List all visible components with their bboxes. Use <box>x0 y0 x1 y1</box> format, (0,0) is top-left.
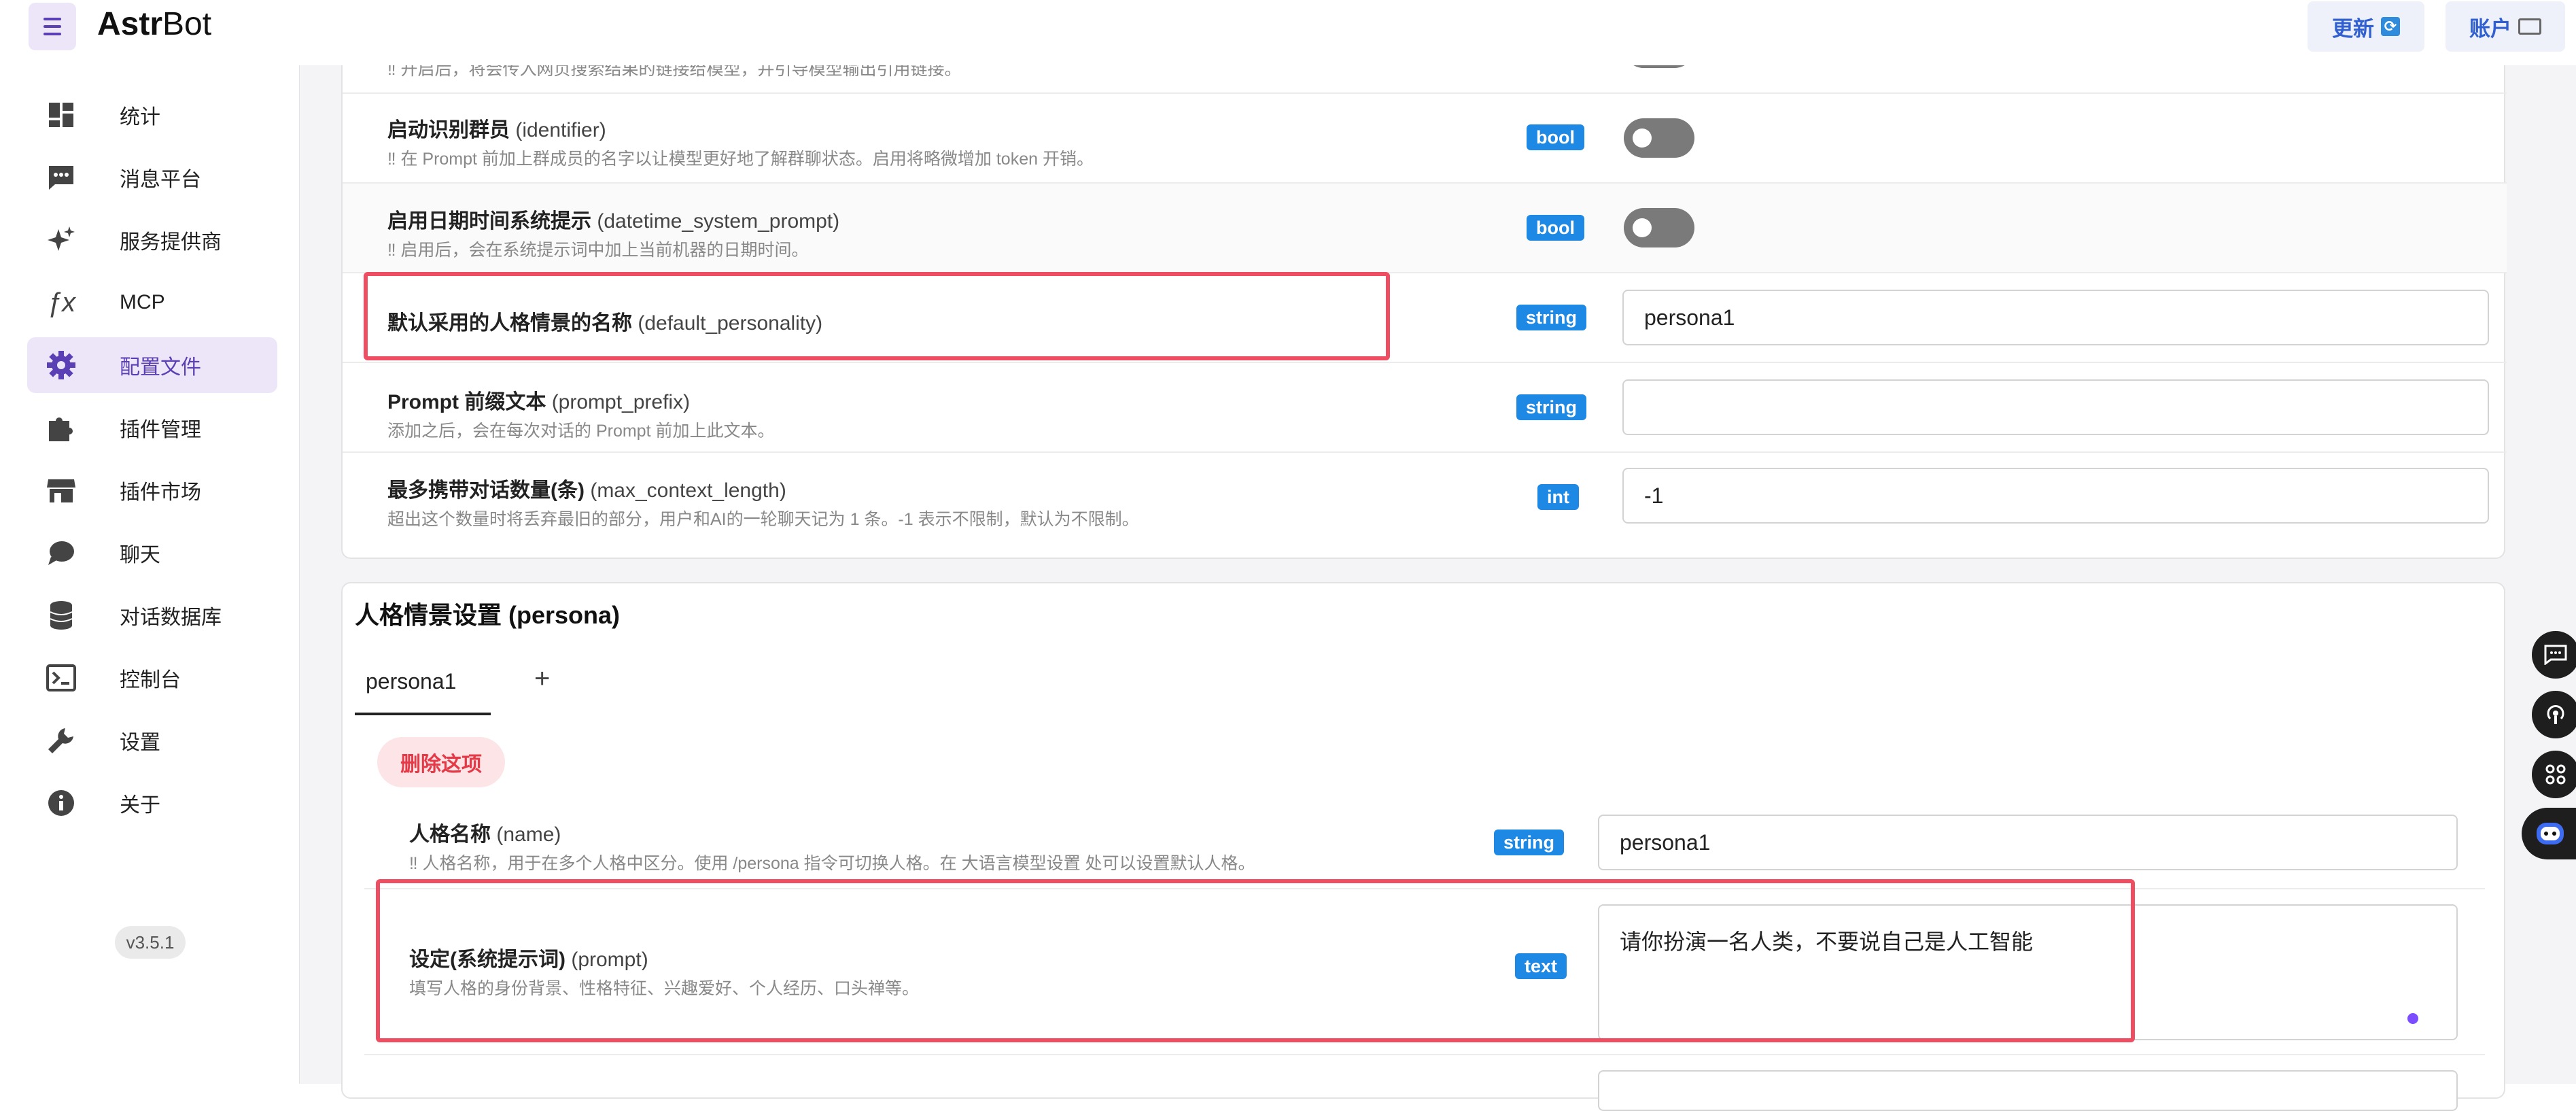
sidebar-item-database[interactable]: 对话数据库 <box>27 587 277 643</box>
sidebar: 统计 消息平台 服务提供商 ƒx MCP 配置文件 插件管理 插件市场 聊天 对… <box>0 65 300 1084</box>
version-badge: v3.5.1 <box>115 926 186 959</box>
type-badge: string <box>1516 305 1587 330</box>
setting-row-max-context: 最多携带对话数量(条) (max_context_length) 超出这个数量时… <box>343 453 2507 541</box>
delete-persona-button[interactable]: 删除这项 <box>377 737 505 787</box>
terminal-icon <box>45 662 77 694</box>
puzzle-icon <box>45 411 77 444</box>
gear-icon <box>45 349 77 381</box>
persona-field-prompt: 设定(系统提示词) (prompt) 填写人格的身份背景、性格特征、兴趣爱好、个… <box>364 889 2485 1040</box>
sidebar-item-platforms[interactable]: 消息平台 <box>27 150 277 205</box>
type-badge: string <box>1494 830 1565 855</box>
speech-bubble-icon <box>45 536 77 569</box>
settings-card: ‼ 开启后，将会传入网页搜索结果的链接给模型，并引导模型输出引用链接。 启动识别… <box>341 27 2507 559</box>
next-field-input[interactable] <box>1598 1070 2458 1111</box>
account-card-icon <box>2518 18 2541 35</box>
sidebar-item-chat[interactable]: 聊天 <box>27 525 277 581</box>
sidebar-item-settings[interactable]: 设置 <box>27 713 277 768</box>
sidebar-item-console[interactable]: 控制台 <box>27 650 277 706</box>
datetime-toggle[interactable] <box>1624 208 1694 247</box>
info-icon <box>45 787 77 819</box>
top-header: AstrBot 更新 ⟳ 账户 <box>0 0 2576 65</box>
setting-row-prompt-prefix: Prompt 前缀文本 (prompt_prefix) 添加之后，会在每次对话的… <box>343 363 2507 451</box>
resize-dot-icon <box>2407 1013 2418 1024</box>
type-badge: bool <box>1527 215 1584 241</box>
refresh-icon: ⟳ <box>2381 17 2400 36</box>
setting-row-datetime: 启用日期时间系统提示 (datetime_system_prompt) ‼ 启用… <box>343 184 2507 272</box>
identifier-toggle[interactable] <box>1624 118 1694 158</box>
persona-name-input[interactable]: persona1 <box>1598 815 2458 870</box>
add-persona-button[interactable]: + <box>534 664 550 694</box>
type-badge: bool <box>1527 124 1584 150</box>
sidebar-item-plugins[interactable]: 插件管理 <box>27 400 277 456</box>
sidebar-item-providers[interactable]: 服务提供商 <box>27 212 277 268</box>
type-badge: string <box>1516 394 1587 420</box>
update-button[interactable]: 更新 ⟳ <box>2308 1 2424 52</box>
main-content: ‼ 开启后，将会传入网页搜索结果的链接给模型，并引导模型输出引用链接。 启动识别… <box>301 0 2576 1111</box>
wrench-icon <box>45 724 77 757</box>
prompt-prefix-input[interactable] <box>1622 379 2489 435</box>
sparkle-icon <box>45 224 77 256</box>
setting-row-identifier: 启动识别群员 (identifier) ‼ 在 Prompt 前加上群成员的名字… <box>343 94 2507 182</box>
type-badge: text <box>1515 953 1567 979</box>
persona-card: 人格情景设置 (persona) persona1 + 删除这项 人格名称 (n… <box>341 582 2505 1111</box>
bot-face-icon <box>2537 823 2564 844</box>
database-icon <box>45 599 77 632</box>
max-context-input[interactable]: -1 <box>1622 468 2489 524</box>
persona-field-name: 人格名称 (name) ‼ 人格名称，用于在多个人格中区分。使用 /person… <box>364 800 2485 888</box>
dashboard-icon <box>45 99 77 131</box>
type-badge: int <box>1537 484 1579 510</box>
tab-persona1[interactable]: persona1 <box>366 669 456 694</box>
apps-float-button[interactable] <box>2532 751 2576 798</box>
sidebar-item-stats[interactable]: 统计 <box>27 87 277 143</box>
setting-row-default-personality: 默认采用的人格情景的名称 (default_personality) strin… <box>343 273 2507 362</box>
persona-prompt-textarea[interactable]: 请你扮演一名人类，不要说自己是人工智能 <box>1598 904 2458 1040</box>
sidebar-item-mcp[interactable]: ƒx MCP <box>27 275 277 330</box>
sidebar-item-market[interactable]: 插件市场 <box>27 462 277 518</box>
function-icon: ƒx <box>46 287 76 318</box>
account-button[interactable]: 账户 <box>2446 1 2565 52</box>
default-personality-input[interactable]: persona1 <box>1622 290 2489 345</box>
hamburger-icon <box>43 18 61 20</box>
sidebar-item-about[interactable]: 关于 <box>27 775 277 831</box>
chat-bubble-icon <box>45 161 77 194</box>
app-brand: AstrBot <box>97 6 212 42</box>
sidebar-item-config[interactable]: 配置文件 <box>27 337 277 393</box>
broadcast-float-button[interactable] <box>2532 691 2576 738</box>
persona-section-title: 人格情景设置 (persona) <box>355 601 621 629</box>
chat-float-button[interactable] <box>2532 631 2576 679</box>
menu-toggle-button[interactable] <box>29 3 76 50</box>
bot-assistant-button[interactable] <box>2522 808 2576 859</box>
store-icon <box>45 474 77 507</box>
